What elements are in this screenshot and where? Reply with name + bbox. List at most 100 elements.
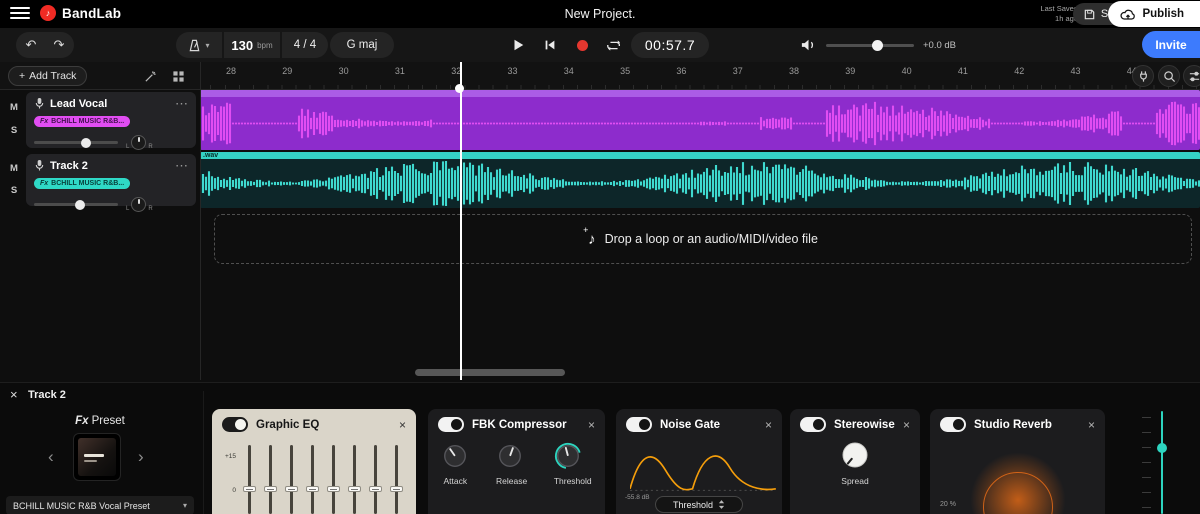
spread-knob[interactable] <box>840 440 870 470</box>
knob-label: Release <box>496 476 527 486</box>
undo-button[interactable]: ↶ <box>17 37 45 53</box>
bar-number: 28 <box>226 66 236 76</box>
audio-region[interactable]: .wav <box>200 152 1200 208</box>
wand-icon <box>144 70 157 83</box>
transport-controls: 00:57.7 <box>503 32 709 58</box>
key-value: G maj <box>347 39 378 51</box>
settings-button[interactable] <box>1183 65 1200 87</box>
remove-effect-button[interactable]: × <box>399 418 406 432</box>
pan-right-label: R <box>148 144 152 150</box>
effect-card-graphic-eq: Graphic EQ × +15 0 <box>212 409 416 514</box>
redo-button[interactable]: ↷ <box>45 37 73 53</box>
speaker-icon[interactable] <box>800 38 817 52</box>
tempo-group: ▾ 130 bpm 4 / 4 <box>176 32 328 58</box>
gate-mode-select[interactable]: Threshold <box>655 496 743 513</box>
fx-tools-button[interactable] <box>140 66 160 86</box>
preset-select[interactable]: BCHILL MUSIC R&B Vocal Preset ▾ <box>6 496 194 514</box>
bpm-button[interactable]: 130 bpm <box>224 32 280 58</box>
record-button[interactable] <box>567 32 597 58</box>
key-button[interactable]: G maj <box>330 32 394 58</box>
attack-knob[interactable] <box>441 442 469 470</box>
bar-number: 40 <box>902 66 912 76</box>
add-track-label: Add Track <box>29 70 76 82</box>
metronome-button[interactable]: ▾ <box>176 32 222 58</box>
eq-band-slider[interactable] <box>285 443 297 514</box>
eq-band-slider[interactable] <box>349 443 361 514</box>
magnifier-icon <box>1163 70 1176 83</box>
plugin-connect-button[interactable] <box>1132 65 1154 87</box>
effect-card-stereowise: Stereowise × Spread <box>790 409 920 514</box>
playhead-handle[interactable] <box>455 84 464 93</box>
effect-card-noise-gate: Noise Gate × -55.8 dB Threshold <box>616 409 782 514</box>
prev-preset-button[interactable]: ‹ <box>48 447 54 467</box>
remove-effect-button[interactable]: × <box>1088 418 1095 432</box>
region-title-strip <box>200 90 1200 97</box>
drop-zone[interactable]: ♪ + Drop a loop or an audio/MIDI/video f… <box>214 214 1192 264</box>
horizontal-scrollbar[interactable] <box>415 369 565 376</box>
eq-band-slider[interactable] <box>243 443 255 514</box>
remove-effect-button[interactable]: × <box>903 418 910 432</box>
eq-band-slider[interactable] <box>328 443 340 514</box>
cloud-upload-icon <box>1120 8 1136 21</box>
pan-control: L R <box>126 135 153 150</box>
solo-button[interactable]: S <box>6 182 22 198</box>
timeline-ruler[interactable]: 2829303132333435363738394041424344 <box>200 62 1200 89</box>
track-header-card[interactable]: Track 2 ⋯ Fx BCHILL MUSIC R&B... L R <box>26 154 196 206</box>
compressor-power-toggle[interactable] <box>438 417 464 432</box>
add-track-button[interactable]: + Add Track <box>8 66 87 86</box>
eq-band-slider[interactable] <box>391 443 403 514</box>
stereowise-power-toggle[interactable] <box>800 417 826 432</box>
invite-button[interactable]: Invite <box>1142 31 1200 58</box>
fx-preset-badge[interactable]: Fx BCHILL MUSIC R&B... <box>34 178 130 189</box>
knob-label: Spread <box>790 476 920 486</box>
playhead[interactable] <box>460 62 462 380</box>
eq-band-slider[interactable] <box>264 443 276 514</box>
loop-button[interactable] <box>599 32 629 58</box>
fader-thumb[interactable] <box>1157 443 1167 453</box>
noise-gate-power-toggle[interactable] <box>626 417 652 432</box>
grid-view-button[interactable] <box>168 66 188 86</box>
track-volume-slider[interactable] <box>34 141 118 144</box>
volume-thumb[interactable] <box>872 40 883 51</box>
eq-power-toggle[interactable] <box>222 417 248 432</box>
solo-button[interactable]: S <box>6 122 22 138</box>
track-volume-slider[interactable] <box>34 203 118 206</box>
fx-preset-badge[interactable]: Fx BCHILL MUSIC R&B... <box>34 116 130 127</box>
preset-artwork[interactable] <box>73 433 121 481</box>
bar-number: 39 <box>845 66 855 76</box>
release-knob[interactable] <box>496 442 524 470</box>
threshold-knob[interactable] <box>554 442 582 470</box>
pan-knob[interactable] <box>131 135 146 150</box>
zoom-button[interactable] <box>1158 65 1180 87</box>
next-preset-button[interactable]: › <box>138 447 144 467</box>
track-menu-button[interactable]: ⋯ <box>175 99 188 109</box>
eq-band-slider[interactable] <box>306 443 318 514</box>
play-button[interactable] <box>503 32 533 58</box>
track-volume-thumb[interactable] <box>81 138 91 148</box>
publish-button[interactable]: Publish <box>1108 1 1200 27</box>
remove-effect-button[interactable]: × <box>588 418 595 432</box>
mic-icon <box>34 159 45 172</box>
fx-prefix: Fx <box>40 180 48 187</box>
track-volume-thumb[interactable] <box>75 200 85 210</box>
remove-effect-button[interactable]: × <box>765 418 772 432</box>
master-volume-slider[interactable] <box>826 44 914 47</box>
track-header-card[interactable]: Lead Vocal ⋯ Fx BCHILL MUSIC R&B... L R <box>26 92 196 148</box>
track-menu-button[interactable]: ⋯ <box>175 161 188 171</box>
time-signature-button[interactable]: 4 / 4 <box>282 32 328 58</box>
reverb-power-toggle[interactable] <box>940 417 966 432</box>
publish-label: Publish <box>1142 8 1184 20</box>
mute-button[interactable]: M <box>6 160 22 176</box>
skip-to-start-button[interactable] <box>535 32 565 58</box>
audio-region[interactable] <box>200 90 1200 150</box>
chevron-down-icon: ▾ <box>205 41 209 50</box>
fader-track[interactable] <box>1161 411 1163 514</box>
mute-button[interactable]: M <box>6 99 22 115</box>
eq-band-slider[interactable] <box>370 443 382 514</box>
fader-ticks <box>1142 417 1151 508</box>
bar-number: 30 <box>339 66 349 76</box>
pan-knob[interactable] <box>131 197 146 212</box>
fx-panel-track-name: Track 2 <box>28 389 66 401</box>
knob-label: Threshold <box>554 476 592 486</box>
close-fx-panel-button[interactable]: × <box>10 387 18 402</box>
